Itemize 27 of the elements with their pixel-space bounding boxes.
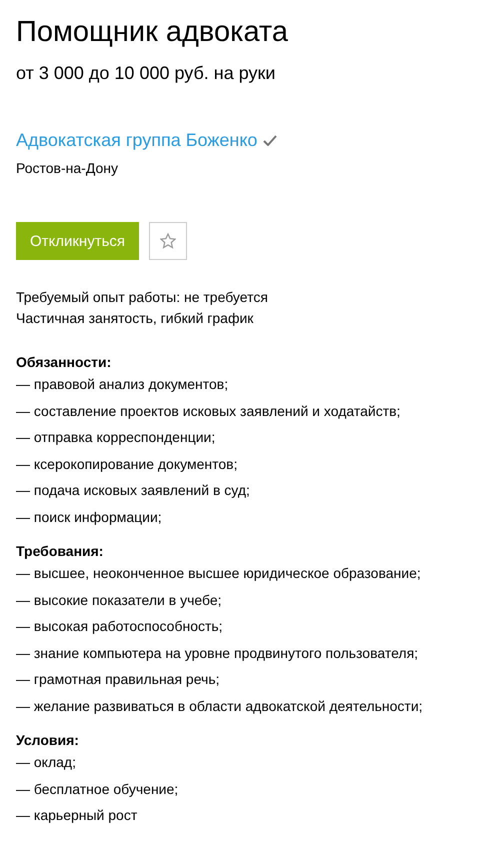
list-item: — составление проектов исковых заявлений и ходатайств; [16, 402, 402, 421]
list-item: — грамотная правильная речь; [16, 670, 221, 689]
apply-button[interactable]: Откликнуться [16, 222, 139, 260]
section-heading: Требования: [16, 542, 104, 560]
list-item: — высокие показатели в учебе; [16, 590, 223, 610]
section-heading: Условия: [16, 731, 80, 749]
list-item: — бесплатное обучение; [16, 780, 180, 799]
company-link[interactable]: Адвокатская группа Боженко [16, 128, 258, 152]
salary-text: от 3 000 до 10 000 руб. на руки [16, 62, 276, 84]
list-item: — правовой анализ документов; [16, 375, 230, 394]
favorite-button[interactable] [149, 222, 187, 260]
list-item: — высокая работоспособность; [16, 617, 224, 636]
detail-text: Требуемый опыт работы: не требуется [16, 288, 269, 307]
star-icon [160, 233, 176, 249]
list-item: — подача исковых заявлений в суд; [16, 481, 251, 500]
list-item: — ксерокопирование документов; [16, 454, 238, 474]
vacancy-title: Помощник адвоката [16, 15, 290, 50]
city-text: Ростов-на-Дону [16, 160, 119, 176]
list-item: — знание компьютера на уровне продвинутого пользователя; [16, 644, 420, 663]
detail-text: Частичная занятость, гибкий график [16, 309, 254, 328]
list-item: — оклад; [16, 753, 77, 772]
list-item: — высшее, неоконченное высшее юридическое образование; [16, 564, 422, 583]
list-item: — отправка корреспонденции; [16, 428, 216, 447]
list-item: — карьерный рост [16, 806, 138, 825]
list-item: — поиск информации; [16, 508, 163, 527]
list-item: — желание развиваться в области адвокатской деятельности; [16, 696, 424, 716]
section-heading: Обязанности: [16, 353, 112, 371]
